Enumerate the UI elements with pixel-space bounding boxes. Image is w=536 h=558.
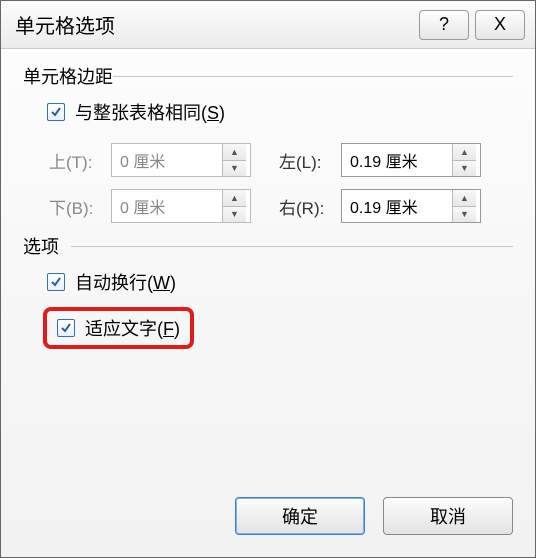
options-legend: 选项 [23, 233, 513, 259]
spin-down-icon[interactable]: ▼ [453, 207, 476, 223]
margin-top-spin-buttons: ▲ ▼ [222, 144, 246, 176]
margin-bottom-spinner[interactable]: ▲ ▼ [111, 189, 251, 223]
margin-right-row: 右(R): ▲ ▼ [279, 189, 499, 223]
margin-top-spinner[interactable]: ▲ ▼ [111, 143, 251, 177]
margin-bottom-row: 下(B): ▲ ▼ [49, 189, 269, 223]
checkmark-icon [51, 107, 61, 117]
help-button[interactable]: ? [419, 10, 469, 40]
wrap-text-row: 自动换行(W) [47, 269, 513, 295]
spin-up-icon[interactable]: ▲ [223, 190, 246, 207]
spin-down-icon[interactable]: ▼ [223, 161, 246, 177]
fit-text-label[interactable]: 适应文字(F) [85, 315, 180, 341]
margin-right-label: 右(R): [279, 194, 341, 219]
margin-top-input[interactable] [112, 144, 222, 176]
same-as-table-row: 与整张表格相同(S) [47, 99, 513, 125]
margins-grid: 上(T): ▲ ▼ 左(L): ▲ [49, 143, 513, 223]
ok-button[interactable]: 确定 [235, 497, 365, 535]
margin-bottom-input[interactable] [112, 190, 222, 222]
margin-left-input[interactable] [342, 144, 452, 176]
dialog-footer: 确定 取消 [1, 483, 535, 557]
fit-text-checkbox[interactable] [57, 319, 75, 337]
cancel-button[interactable]: 取消 [383, 497, 513, 535]
dialog-content: 单元格边距 与整张表格相同(S) 上(T): ▲ [1, 49, 535, 483]
fit-text-highlight: 适应文字(F) [43, 307, 194, 349]
margin-left-row: 左(L): ▲ ▼ [279, 143, 499, 177]
margin-right-input[interactable] [342, 190, 452, 222]
titlebar: 单元格选项 ? X [1, 1, 535, 49]
margin-top-label: 上(T): [49, 148, 111, 173]
spin-down-icon[interactable]: ▼ [223, 207, 246, 223]
spin-down-icon[interactable]: ▼ [453, 161, 476, 177]
margin-bottom-spin-buttons: ▲ ▼ [222, 190, 246, 222]
same-as-table-checkbox[interactable] [47, 103, 65, 121]
checkmark-icon [61, 323, 71, 333]
dialog-window: 单元格选项 ? X 单元格边距 与整张表格相同(S) [0, 0, 536, 558]
margin-bottom-label: 下(B): [49, 194, 111, 219]
same-as-table-label[interactable]: 与整张表格相同(S) [75, 99, 225, 125]
margin-left-spin-buttons: ▲ ▼ [452, 144, 476, 176]
margin-top-row: 上(T): ▲ ▼ [49, 143, 269, 177]
cell-margins-group: 单元格边距 与整张表格相同(S) 上(T): ▲ [23, 63, 513, 223]
margin-left-label: 左(L): [279, 148, 341, 173]
spin-up-icon[interactable]: ▲ [453, 144, 476, 161]
wrap-text-checkbox[interactable] [47, 273, 65, 291]
wrap-text-label[interactable]: 自动换行(W) [75, 269, 176, 295]
dialog-title: 单元格选项 [15, 10, 413, 39]
cell-margins-legend: 单元格边距 [23, 63, 513, 89]
options-group: 选项 自动换行(W) 适应文字(F) [23, 233, 513, 349]
spin-up-icon[interactable]: ▲ [453, 190, 476, 207]
margin-right-spin-buttons: ▲ ▼ [452, 190, 476, 222]
close-button[interactable]: X [475, 10, 525, 40]
help-icon: ? [439, 14, 449, 35]
spin-up-icon[interactable]: ▲ [223, 144, 246, 161]
checkmark-icon [51, 277, 61, 287]
margin-right-spinner[interactable]: ▲ ▼ [341, 189, 481, 223]
margin-left-spinner[interactable]: ▲ ▼ [341, 143, 481, 177]
close-icon: X [494, 14, 506, 35]
